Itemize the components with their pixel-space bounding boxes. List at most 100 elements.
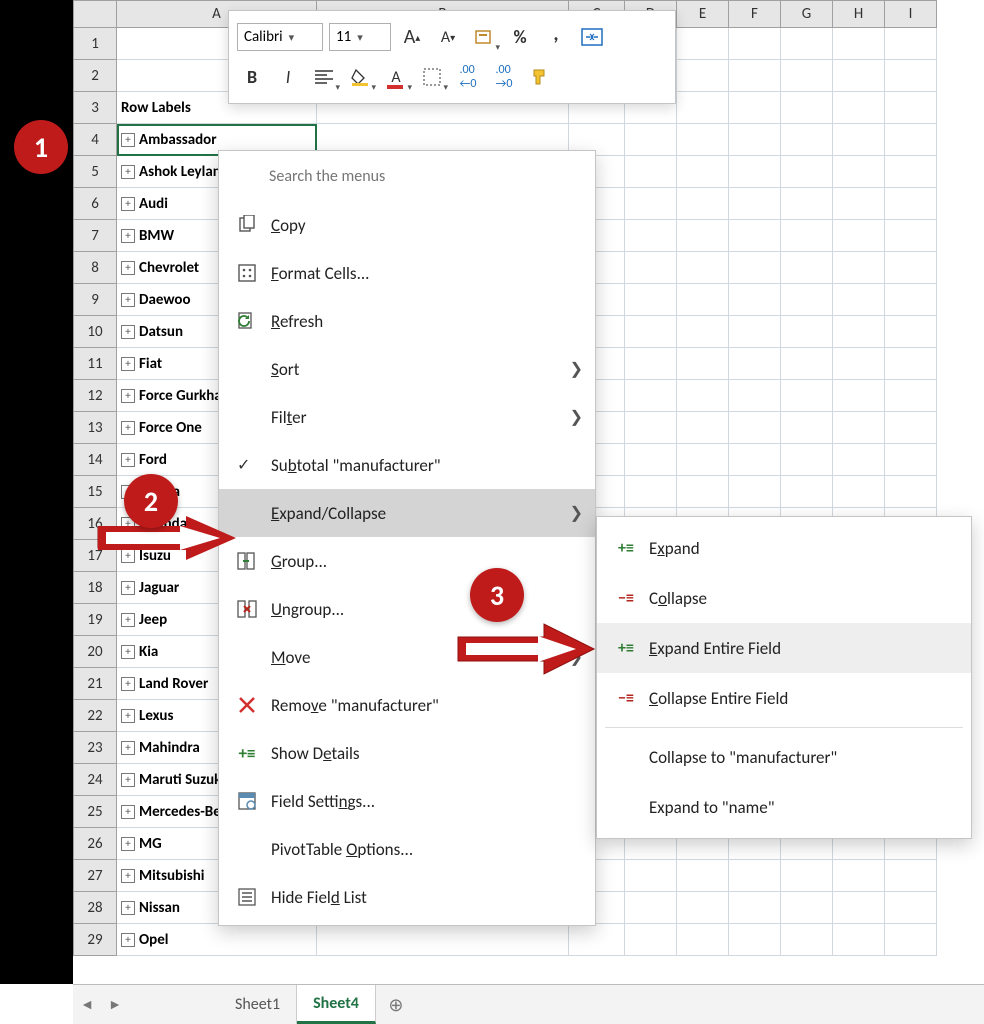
- accounting-format-icon[interactable]: ▾: [469, 22, 499, 52]
- cell-H12[interactable]: [833, 380, 885, 412]
- row-header-8[interactable]: 8: [73, 252, 117, 284]
- cell-E7[interactable]: [677, 220, 729, 252]
- cell-G4[interactable]: [781, 124, 833, 156]
- sheet-tab-sheet1[interactable]: Sheet1: [219, 985, 297, 1024]
- row-header-15[interactable]: 15: [73, 476, 117, 508]
- cell-F5[interactable]: [729, 156, 781, 188]
- row-header-22[interactable]: 22: [73, 700, 117, 732]
- menu-item-copy[interactable]: Copy: [219, 201, 595, 249]
- row-header-29[interactable]: 29: [73, 924, 117, 956]
- bold-icon[interactable]: B: [237, 62, 267, 92]
- font-name-select[interactable]: Calibri ▾: [237, 23, 323, 51]
- cell-E10[interactable]: [677, 316, 729, 348]
- row-header-9[interactable]: 9: [73, 284, 117, 316]
- cell-G11[interactable]: [781, 348, 833, 380]
- expand-toggle-icon[interactable]: +: [121, 773, 135, 787]
- cell-H7[interactable]: [833, 220, 885, 252]
- cell-E3[interactable]: [677, 92, 729, 124]
- cell-E6[interactable]: [677, 188, 729, 220]
- cell-I3[interactable]: [885, 92, 937, 124]
- decrease-font-icon[interactable]: A▾: [433, 22, 463, 52]
- cell-F27[interactable]: [729, 860, 781, 892]
- submenu-item-collapse_field[interactable]: −≡Collapse Entire Field: [597, 673, 971, 723]
- menu-item-remove[interactable]: Remove "manufacturer": [219, 681, 595, 729]
- cell-H2[interactable]: [833, 60, 885, 92]
- expand-toggle-icon[interactable]: +: [121, 869, 135, 883]
- cell-E1[interactable]: [677, 28, 729, 60]
- expand-toggle-icon[interactable]: +: [121, 229, 135, 243]
- cell-G27[interactable]: [781, 860, 833, 892]
- cell-E29[interactable]: [677, 924, 729, 956]
- column-header-I[interactable]: I: [885, 0, 937, 28]
- merge-center-icon[interactable]: [577, 22, 607, 52]
- menu-item-field_settings[interactable]: Field Settings...: [219, 777, 595, 825]
- menu-item-expand_collapse[interactable]: Expand/Collapse❯: [219, 489, 595, 537]
- cell-F3[interactable]: [729, 92, 781, 124]
- borders-icon[interactable]: ▾: [417, 62, 447, 92]
- expand-toggle-icon[interactable]: +: [121, 389, 135, 403]
- expand-toggle-icon[interactable]: +: [121, 453, 135, 467]
- tab-scroll-right-icon[interactable]: ►: [101, 985, 129, 1024]
- expand-toggle-icon[interactable]: +: [121, 741, 135, 755]
- expand-toggle-icon[interactable]: +: [121, 165, 135, 179]
- expand-toggle-icon[interactable]: +: [121, 645, 135, 659]
- row-header-10[interactable]: 10: [73, 316, 117, 348]
- row-header-7[interactable]: 7: [73, 220, 117, 252]
- cell-H3[interactable]: [833, 92, 885, 124]
- cell-E27[interactable]: [677, 860, 729, 892]
- cell-I7[interactable]: [885, 220, 937, 252]
- row-header-3[interactable]: 3: [73, 92, 117, 124]
- expand-toggle-icon[interactable]: +: [121, 613, 135, 627]
- cell-H1[interactable]: [833, 28, 885, 60]
- expand-toggle-icon[interactable]: +: [121, 805, 135, 819]
- row-header-25[interactable]: 25: [73, 796, 117, 828]
- cell-E28[interactable]: [677, 892, 729, 924]
- cell-B29[interactable]: [317, 924, 569, 956]
- cell-G29[interactable]: [781, 924, 833, 956]
- cell-C29[interactable]: [569, 924, 625, 956]
- cell-G9[interactable]: [781, 284, 833, 316]
- column-header-E[interactable]: E: [677, 0, 729, 28]
- row-header-4[interactable]: 4: [73, 124, 117, 156]
- cell-I13[interactable]: [885, 412, 937, 444]
- cell-I8[interactable]: [885, 252, 937, 284]
- cell-D6[interactable]: [625, 188, 677, 220]
- cell-D13[interactable]: [625, 412, 677, 444]
- font-size-select[interactable]: 11 ▾: [329, 23, 391, 51]
- increase-decimal-icon[interactable]: .00←0: [453, 62, 483, 92]
- cell-D29[interactable]: [625, 924, 677, 956]
- cell-I5[interactable]: [885, 156, 937, 188]
- cell-F7[interactable]: [729, 220, 781, 252]
- row-header-28[interactable]: 28: [73, 892, 117, 924]
- fill-color-icon[interactable]: ▾: [345, 62, 375, 92]
- cell-A29[interactable]: +Opel: [117, 924, 317, 956]
- cell-E9[interactable]: [677, 284, 729, 316]
- cell-F13[interactable]: [729, 412, 781, 444]
- row-header-26[interactable]: 26: [73, 828, 117, 860]
- submenu-item-collapse[interactable]: −≡Collapse: [597, 573, 971, 623]
- cell-G5[interactable]: [781, 156, 833, 188]
- cell-F28[interactable]: [729, 892, 781, 924]
- cell-I27[interactable]: [885, 860, 937, 892]
- row-header-14[interactable]: 14: [73, 444, 117, 476]
- cell-I28[interactable]: [885, 892, 937, 924]
- cell-G1[interactable]: [781, 28, 833, 60]
- cell-I1[interactable]: [885, 28, 937, 60]
- cell-E12[interactable]: [677, 380, 729, 412]
- row-header-23[interactable]: 23: [73, 732, 117, 764]
- cell-H10[interactable]: [833, 316, 885, 348]
- cell-D7[interactable]: [625, 220, 677, 252]
- cell-E15[interactable]: [677, 476, 729, 508]
- cell-E2[interactable]: [677, 60, 729, 92]
- row-header-20[interactable]: 20: [73, 636, 117, 668]
- menu-item-subtotal[interactable]: Subtotal "manufacturer": [219, 441, 595, 489]
- cell-I14[interactable]: [885, 444, 937, 476]
- column-header-H[interactable]: H: [833, 0, 885, 28]
- menu-item-group[interactable]: Group...: [219, 537, 595, 585]
- row-header-1[interactable]: 1: [73, 28, 117, 60]
- expand-toggle-icon[interactable]: +: [121, 581, 135, 595]
- menu-item-hide_field_list[interactable]: Hide Field List: [219, 873, 595, 921]
- submenu-item-expand[interactable]: +≡Expand: [597, 523, 971, 573]
- cell-F15[interactable]: [729, 476, 781, 508]
- cell-F8[interactable]: [729, 252, 781, 284]
